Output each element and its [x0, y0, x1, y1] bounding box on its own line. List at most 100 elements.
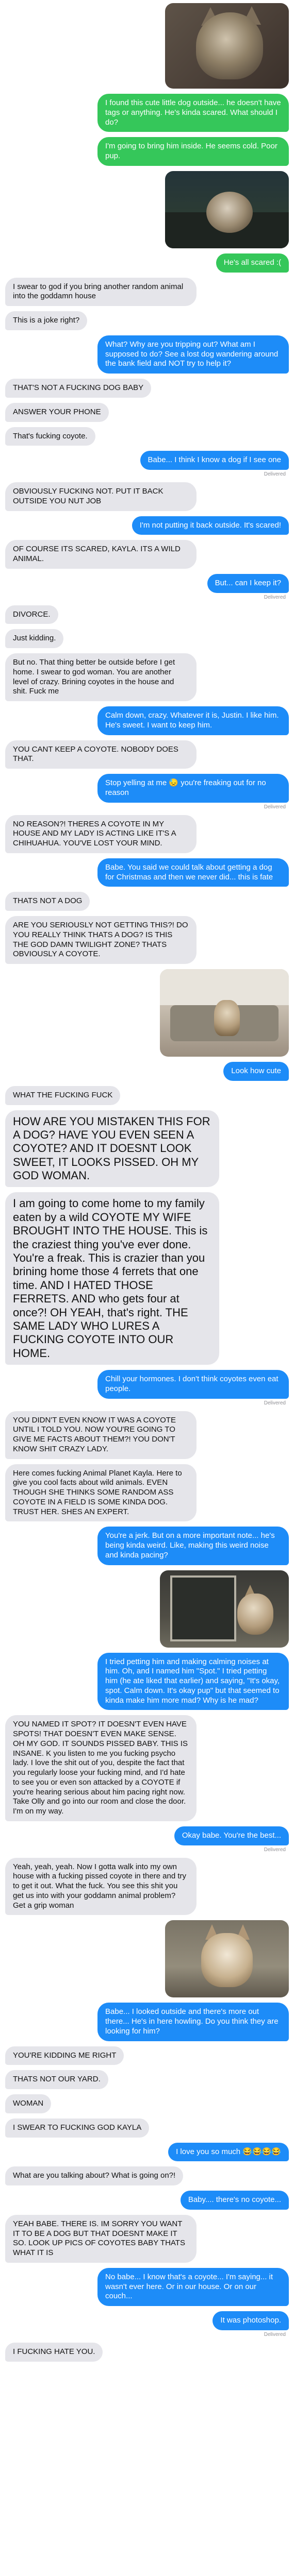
incoming-message-bubble[interactable]: YOU DIDN'T EVEN KNOW IT WAS A COYOTE UNT… [5, 1411, 197, 1459]
coyote-closeup-photo[interactable] [165, 1920, 289, 1998]
outgoing-message-bubble[interactable]: Look how cute [223, 1062, 289, 1081]
outgoing-message-bubble[interactable]: I found this cute little dog outside... … [97, 94, 289, 132]
outgoing-message-bubble[interactable]: I love you so much 😂😂😂😂 [168, 2142, 289, 2162]
incoming-message-row: What are you talking about? What is goin… [5, 2166, 289, 2186]
incoming-message-bubble[interactable]: DIVORCE. [5, 605, 58, 624]
incoming-message-bubble[interactable]: YEAH BABE. THERE IS. IM SORRY YOU WANT I… [5, 2214, 197, 2263]
incoming-message-row: WOMAN [5, 2094, 289, 2113]
incoming-message-bubble[interactable]: I swear to god if you bring another rand… [5, 277, 197, 306]
incoming-message-bubble[interactable]: OF COURSE ITS SCARED, KAYLA. ITS A WILD … [5, 540, 197, 569]
incoming-message-bubble[interactable]: Yeah, yeah, yeah. Now I gotta walk into … [5, 1857, 197, 1916]
incoming-message-bubble[interactable]: YOU'RE KIDDING ME RIGHT [5, 2046, 124, 2065]
incoming-message-bubble[interactable]: THAT'S NOT A FUCKING DOG BABY [5, 379, 152, 398]
coyote-in-living-room-photo[interactable] [160, 969, 289, 1057]
incoming-message-row: This is a joke right? [5, 311, 289, 330]
incoming-message-row: DIVORCE. [5, 605, 289, 624]
outgoing-message-bubble[interactable]: Calm down, crazy. Whatever it is, Justin… [97, 706, 289, 735]
outgoing-message-bubble[interactable]: I tried petting him and making calming n… [97, 1652, 289, 1710]
outgoing-message-row: Look how cute [5, 1062, 289, 1081]
outgoing-message-bubble[interactable]: He's all scared :( [216, 253, 289, 273]
outgoing-message-bubble[interactable]: Stop yelling at me 😓 you're freaking out… [97, 774, 289, 803]
delivery-status: Delivered [264, 1846, 286, 1853]
delivery-status: Delivered [264, 1400, 286, 1406]
incoming-message-row: WHAT THE FUCKING FUCK [5, 1086, 289, 1105]
incoming-message-row: OF COURSE ITS SCARED, KAYLA. ITS A WILD … [5, 540, 289, 569]
outgoing-message-row: But... can I keep it? Delivered [5, 573, 289, 600]
coyote-by-door-photo[interactable] [160, 1570, 289, 1648]
delivery-status: Delivered [264, 2331, 286, 2337]
outgoing-message-row: It was photoshop. Delivered [5, 2311, 289, 2337]
incoming-message-bubble[interactable]: But no. That thing better be outside bef… [5, 653, 197, 701]
incoming-message-bubble[interactable]: This is a joke right? [5, 311, 88, 330]
incoming-message-bubble[interactable]: YOU CANT KEEP A COYOTE. NOBODY DOES THAT… [5, 740, 197, 769]
incoming-message-bubble[interactable]: Just kidding. [5, 629, 64, 648]
outgoing-message-bubble[interactable]: What? Why are you tripping out? What am … [97, 335, 289, 374]
incoming-message-row: YOU DIDN'T EVEN KNOW IT WAS A COYOTE UNT… [5, 1411, 289, 1459]
incoming-message-bubble[interactable]: THATS NOT A DOG [5, 892, 90, 911]
outgoing-message-row: I'm going to bring him inside. He seems … [5, 137, 289, 166]
cat-on-couch-photo[interactable] [165, 171, 289, 248]
outgoing-message-row: Chill your hormones. I don't think coyot… [5, 1370, 289, 1406]
incoming-message-row: ANSWER YOUR PHONE [5, 402, 289, 422]
outgoing-message-row: I found this cute little dog outside... … [5, 94, 289, 132]
outgoing-message-row [5, 171, 289, 248]
outgoing-message-bubble[interactable]: I'm going to bring him inside. He seems … [97, 137, 289, 166]
outgoing-message-bubble[interactable]: No babe... I know that's a coyote... I'm… [97, 2267, 289, 2307]
cat-photo[interactable] [165, 3, 289, 89]
outgoing-message-row: I'm not putting it back outside. It's sc… [5, 516, 289, 535]
outgoing-message-row: He's all scared :( [5, 253, 289, 273]
incoming-message-row: THAT'S NOT A FUCKING DOG BABY [5, 379, 289, 398]
outgoing-message-bubble[interactable]: Baby.... there's no coyote... [180, 2191, 289, 2210]
incoming-message-bubble[interactable]: I am going to come home to my family eat… [5, 1192, 219, 1365]
incoming-message-row: THATS NOT A DOG [5, 892, 289, 911]
outgoing-message-bubble[interactable]: Babe... I looked outside and there's mor… [97, 2003, 289, 2041]
incoming-message-bubble[interactable]: I SWEAR TO FUCKING GOD KAYLA [5, 2118, 150, 2138]
incoming-message-row: I SWEAR TO FUCKING GOD KAYLA [5, 2118, 289, 2138]
incoming-message-bubble[interactable]: What are you talking about? What is goin… [5, 2166, 184, 2186]
outgoing-message-row: Baby.... there's no coyote... [5, 2191, 289, 2210]
incoming-message-row: Here comes fucking Animal Planet Kayla. … [5, 1464, 289, 1522]
incoming-message-row: NO REASON?! THERES A COYOTE IN MY HOUSE … [5, 815, 289, 853]
incoming-message-bubble[interactable]: ANSWER YOUR PHONE [5, 402, 109, 422]
incoming-message-row: YOU CANT KEEP A COYOTE. NOBODY DOES THAT… [5, 740, 289, 769]
incoming-message-row: YOU'RE KIDDING ME RIGHT [5, 2046, 289, 2065]
incoming-message-bubble[interactable]: NO REASON?! THERES A COYOTE IN MY HOUSE … [5, 815, 197, 853]
incoming-message-row: ARE YOU SERIOUSLY NOT GETTING THIS?! DO … [5, 916, 289, 964]
incoming-message-row: I FUCKING HATE YOU. [5, 2342, 289, 2362]
incoming-message-bubble[interactable]: WHAT THE FUCKING FUCK [5, 1086, 121, 1105]
incoming-message-row: Just kidding. [5, 629, 289, 648]
incoming-message-bubble[interactable]: That's fucking coyote. [5, 427, 95, 446]
outgoing-message-bubble[interactable]: Babe... I think I know a dog if I see on… [140, 451, 289, 470]
incoming-message-bubble[interactable]: I FUCKING HATE YOU. [5, 2342, 103, 2362]
outgoing-message-bubble[interactable]: Babe. You said we could talk about getti… [97, 858, 289, 887]
incoming-message-bubble[interactable]: HOW ARE YOU MISTAKEN THIS FOR A DOG? HAV… [5, 1110, 219, 1188]
outgoing-message-row: Babe... I think I know a dog if I see on… [5, 451, 289, 477]
outgoing-message-bubble[interactable]: You're a jerk. But on a more important n… [97, 1527, 289, 1565]
incoming-message-bubble[interactable]: Here comes fucking Animal Planet Kayla. … [5, 1464, 197, 1522]
outgoing-message-bubble[interactable]: It was photoshop. [213, 2311, 289, 2330]
outgoing-message-row [5, 3, 289, 89]
incoming-message-row: YEAH BABE. THERE IS. IM SORRY YOU WANT I… [5, 2214, 289, 2263]
outgoing-message-row: Babe. You said we could talk about getti… [5, 858, 289, 887]
delivery-status: Delivered [264, 471, 286, 477]
outgoing-message-row: Stop yelling at me 😓 you're freaking out… [5, 774, 289, 810]
incoming-message-bubble[interactable]: YOU NAMED IT SPOT? IT DOESN'T EVEN HAVE … [5, 1715, 197, 1821]
incoming-message-bubble[interactable]: WOMAN [5, 2094, 52, 2113]
incoming-message-bubble[interactable]: OBVIOUSLY FUCKING NOT. PUT IT BACK OUTSI… [5, 482, 197, 511]
incoming-message-bubble[interactable]: ARE YOU SERIOUSLY NOT GETTING THIS?! DO … [5, 916, 197, 964]
outgoing-message-bubble[interactable]: Chill your hormones. I don't think coyot… [97, 1370, 289, 1399]
incoming-message-row: I am going to come home to my family eat… [5, 1192, 289, 1365]
outgoing-message-row: I love you so much 😂😂😂😂 [5, 2142, 289, 2162]
incoming-message-bubble[interactable]: THATS NOT OUR YARD. [5, 2070, 108, 2090]
incoming-message-row: HOW ARE YOU MISTAKEN THIS FOR A DOG? HAV… [5, 1110, 289, 1188]
outgoing-message-bubble[interactable]: Okay babe. You're the best... [174, 1826, 289, 1845]
outgoing-message-row: I tried petting him and making calming n… [5, 1652, 289, 1710]
outgoing-message-row: No babe... I know that's a coyote... I'm… [5, 2267, 289, 2307]
delivery-status: Delivered [264, 594, 286, 600]
incoming-message-row: THATS NOT OUR YARD. [5, 2070, 289, 2090]
outgoing-message-bubble[interactable]: I'm not putting it back outside. It's sc… [132, 516, 289, 535]
outgoing-message-row: Babe... I looked outside and there's mor… [5, 2003, 289, 2041]
outgoing-message-row: You're a jerk. But on a more important n… [5, 1527, 289, 1565]
outgoing-message-row: Calm down, crazy. Whatever it is, Justin… [5, 706, 289, 735]
outgoing-message-bubble[interactable]: But... can I keep it? [207, 573, 289, 593]
